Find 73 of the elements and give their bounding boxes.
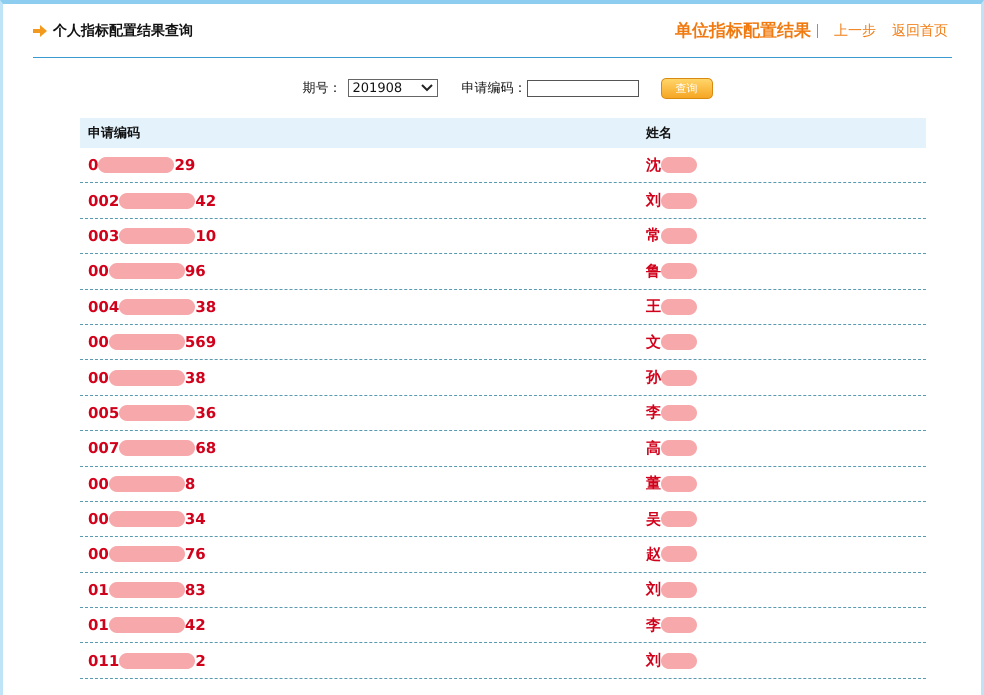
redaction-mark — [661, 334, 697, 350]
name-text: 高 — [646, 438, 661, 458]
code-text: 29 — [174, 156, 196, 174]
code-text: 011 — [88, 652, 120, 670]
redaction-mark — [661, 476, 697, 492]
redaction-mark — [661, 370, 697, 386]
redaction-mark — [661, 546, 697, 562]
redaction-mark — [661, 617, 697, 634]
code-text: 004 — [88, 298, 120, 316]
period-label: 期号： — [302, 80, 342, 97]
column-header: 姓名 — [646, 125, 673, 142]
code-text: 00 — [88, 262, 109, 280]
nav-link[interactable]: 返回首页 — [892, 22, 948, 40]
name-text: 李 — [646, 616, 661, 635]
code-text: 34 — [184, 510, 206, 528]
code-text: 00 — [88, 474, 109, 493]
chevron-icon — [420, 84, 432, 92]
code-text: 01 — [88, 580, 109, 599]
redaction-mark — [661, 192, 697, 209]
code-text: 96 — [184, 262, 206, 280]
redaction-mark — [661, 228, 697, 244]
arrow-icon — [33, 24, 47, 36]
code-text: 36 — [195, 404, 216, 422]
name-text: 常 — [646, 226, 661, 246]
code-text: 38 — [195, 298, 216, 316]
code-text: 8 — [184, 474, 196, 493]
name-text: 李 — [646, 403, 661, 422]
code-text: 005 — [88, 404, 120, 422]
nav-link[interactable]: 单位指标配置结果 — [675, 19, 811, 42]
redaction-mark — [661, 404, 697, 421]
name-text: 沈 — [646, 156, 661, 175]
code-text: 42 — [195, 192, 216, 210]
search-button[interactable]: 查询 — [660, 78, 712, 98]
code-text: 76 — [184, 545, 206, 564]
code-text: 00 — [88, 545, 109, 564]
code-text: 38 — [184, 368, 206, 387]
code-text: 569 — [184, 333, 216, 352]
code-text: 00 — [88, 368, 109, 387]
column-header: 申请编码 — [87, 124, 141, 142]
code-text: 10 — [195, 226, 216, 245]
code-text: 0 — [88, 156, 98, 174]
name-text: 刘 — [646, 580, 661, 600]
redaction-mark — [661, 157, 697, 174]
name-text: 孙 — [646, 368, 661, 388]
redaction-mark — [661, 263, 697, 280]
code-text: 00 — [88, 333, 109, 352]
redaction-mark — [661, 298, 697, 315]
name-text: 董 — [646, 474, 661, 494]
code-label: 申请编码： — [462, 80, 526, 97]
code-text: 42 — [184, 616, 206, 634]
redaction-mark — [661, 652, 697, 669]
code-text: 002 — [88, 192, 120, 210]
page-title: 个人指标配置结果查询 — [53, 22, 193, 40]
name-text: 刘 — [646, 651, 661, 670]
code-text: 68 — [195, 439, 216, 458]
code-field[interactable] — [526, 80, 638, 96]
name-text: 文 — [646, 332, 661, 352]
name-text: 刘 — [646, 191, 661, 210]
code-text: 01 — [88, 616, 109, 634]
redaction-mark — [661, 511, 697, 528]
code-text: 00 — [88, 510, 109, 528]
code-text: 2 — [195, 652, 206, 670]
redaction-mark — [661, 440, 697, 456]
name-text: 吴 — [646, 510, 661, 529]
name-text: 王 — [646, 297, 661, 316]
name-text: 鲁 — [646, 262, 661, 281]
name-text: 赵 — [646, 544, 661, 564]
code-text: 83 — [184, 580, 206, 599]
nav-link[interactable]: 上一步 — [834, 22, 876, 40]
code-text: 003 — [88, 226, 120, 245]
code-text: 007 — [88, 439, 120, 458]
redaction-mark — [661, 582, 697, 598]
period-select[interactable]: 201908 — [348, 79, 438, 97]
